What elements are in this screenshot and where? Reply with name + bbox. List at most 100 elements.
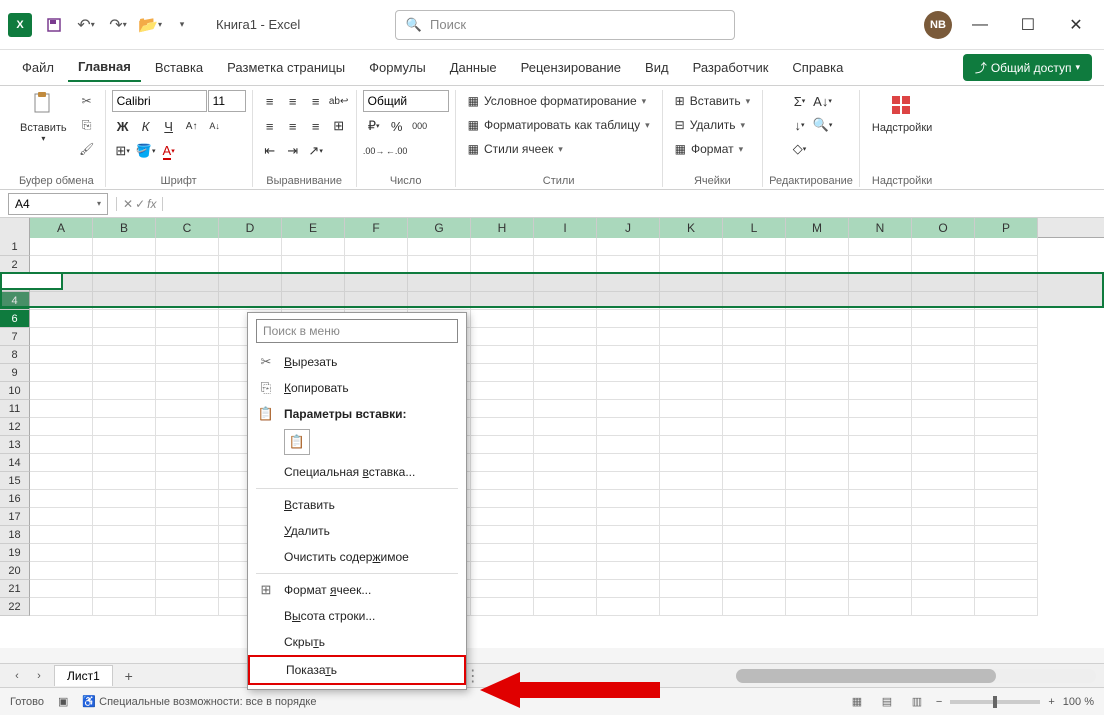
undo-icon[interactable]: ↶▾ [72,11,100,39]
format-as-table-button[interactable]: ▦Форматировать как таблицу▾ [462,114,656,136]
col-header-P[interactable]: P [975,218,1038,238]
zoom-in-button[interactable]: + [1048,696,1054,708]
zoom-out-button[interactable]: − [936,696,942,708]
percent-icon[interactable]: % [386,115,408,137]
row-header-18[interactable]: 18 [0,526,30,544]
row-header-7[interactable]: 7 [0,328,30,346]
col-header-A[interactable]: A [30,218,93,238]
clear-icon[interactable]: ◇▾ [789,138,811,160]
search-box[interactable]: 🔍 Поиск [395,10,735,40]
font-name-select[interactable] [112,90,207,112]
align-right-icon[interactable]: ≡ [305,115,327,137]
cell-styles-button[interactable]: ▦Стили ячеек▾ [462,138,569,160]
col-header-G[interactable]: G [408,218,471,238]
row-header-6[interactable]: 6 [0,310,30,328]
col-header-F[interactable]: F [345,218,408,238]
maximize-button[interactable]: ☐ [1008,10,1048,40]
user-avatar[interactable]: NB [924,11,952,39]
normal-view-icon[interactable]: ▦ [846,693,868,711]
col-header-O[interactable]: O [912,218,975,238]
row-header-8[interactable]: 8 [0,346,30,364]
font-size-select[interactable] [208,90,246,112]
zoom-level[interactable]: 100 % [1063,696,1094,708]
redo-icon[interactable]: ↷▾ [104,11,132,39]
delete-cell-button[interactable]: ⊟Удалить▾ [669,114,751,136]
row-header-12[interactable]: 12 [0,418,30,436]
col-header-H[interactable]: H [471,218,534,238]
tab-insert[interactable]: Вставка [145,54,213,81]
row-header-9[interactable]: 9 [0,364,30,382]
col-header-C[interactable]: C [156,218,219,238]
paste-default-icon[interactable]: 📋 [284,429,310,455]
sheet-tab-1[interactable]: Лист1 [54,665,113,686]
align-bottom-icon[interactable]: ≡ [305,90,327,112]
cancel-formula-icon[interactable]: ✕ [123,197,133,211]
tab-file[interactable]: Файл [12,54,64,81]
macro-record-icon[interactable]: ▣ [58,695,68,708]
align-middle-icon[interactable]: ≡ [282,90,304,112]
row-header-20[interactable]: 20 [0,562,30,580]
worksheet-grid[interactable]: ABCDEFGHIJKLMNOP 12346789101112131415161… [0,218,1104,648]
border-button[interactable]: ⊞▾ [112,140,134,162]
decrease-indent-icon[interactable]: ⇤ [259,140,281,162]
ctx-show[interactable]: Показать [248,655,466,685]
ctx-hide[interactable]: Скрыть [248,629,466,655]
tab-review[interactable]: Рецензирование [511,54,631,81]
row-header-15[interactable]: 15 [0,472,30,490]
addins-button[interactable]: Надстройки [866,90,938,136]
row-header-16[interactable]: 16 [0,490,30,508]
orientation-icon[interactable]: ↗▾ [305,140,327,162]
row-header-11[interactable]: 11 [0,400,30,418]
open-icon[interactable]: 📂▾ [136,11,164,39]
tab-formulas[interactable]: Формулы [359,54,436,81]
format-painter-icon[interactable]: 🖌 [75,138,99,160]
tab-developer[interactable]: Разработчик [683,54,779,81]
ctx-format-cells[interactable]: ⊞Формат ячеек... [248,577,466,603]
page-break-view-icon[interactable]: ▥ [906,693,928,711]
italic-button[interactable]: К [135,115,157,137]
currency-icon[interactable]: ₽▾ [363,115,385,137]
close-button[interactable]: ✕ [1056,10,1096,40]
comma-icon[interactable]: 000 [409,115,431,137]
col-header-I[interactable]: I [534,218,597,238]
tab-view[interactable]: Вид [635,54,679,81]
number-format-select[interactable] [363,90,449,112]
tab-page-layout[interactable]: Разметка страницы [217,54,355,81]
col-header-N[interactable]: N [849,218,912,238]
fill-icon[interactable]: ↓▾ [789,114,811,136]
row-header-17[interactable]: 17 [0,508,30,526]
fx-icon[interactable]: fx [147,197,156,211]
sheet-next-button[interactable]: › [30,667,48,685]
row-header-14[interactable]: 14 [0,454,30,472]
align-left-icon[interactable]: ≡ [259,115,281,137]
underline-button[interactable]: Ч [158,115,180,137]
font-increase-icon[interactable]: A↑ [181,115,203,137]
tab-home[interactable]: Главная [68,53,141,82]
ctx-insert[interactable]: Вставить [248,492,466,518]
qa-customize-icon[interactable]: ▾ [168,11,196,39]
minimize-button[interactable]: — [960,10,1000,40]
horizontal-scrollbar[interactable] [736,669,1096,683]
context-search-input[interactable]: Поиск в меню [256,319,458,343]
conditional-format-button[interactable]: ▦Условное форматирование▾ [462,90,653,112]
select-all-corner[interactable] [0,218,30,238]
save-icon[interactable] [40,11,68,39]
tab-help[interactable]: Справка [782,54,853,81]
col-header-J[interactable]: J [597,218,660,238]
cut-icon[interactable]: ✂ [75,90,99,112]
font-color-button[interactable]: А▾ [158,140,180,162]
ctx-copy[interactable]: ⎘Копировать [248,375,466,401]
formula-input[interactable] [163,193,1104,215]
col-header-B[interactable]: B [93,218,156,238]
increase-decimal-icon[interactable]: .00→ [363,140,385,162]
paste-button[interactable]: Вставить ▾ [14,90,73,145]
ctx-delete[interactable]: Удалить [248,518,466,544]
increase-indent-icon[interactable]: ⇥ [282,140,304,162]
ctx-paste-special[interactable]: Специальная вставка... [248,459,466,485]
name-box[interactable]: A4▾ [8,193,108,215]
format-cell-button[interactable]: ▦Формат▾ [669,138,750,160]
zoom-slider[interactable] [950,700,1040,704]
page-layout-view-icon[interactable]: ▤ [876,693,898,711]
insert-cell-button[interactable]: ⊞Вставить▾ [669,90,756,112]
share-button[interactable]: ⤴ Общий доступ ▾ [963,54,1092,81]
